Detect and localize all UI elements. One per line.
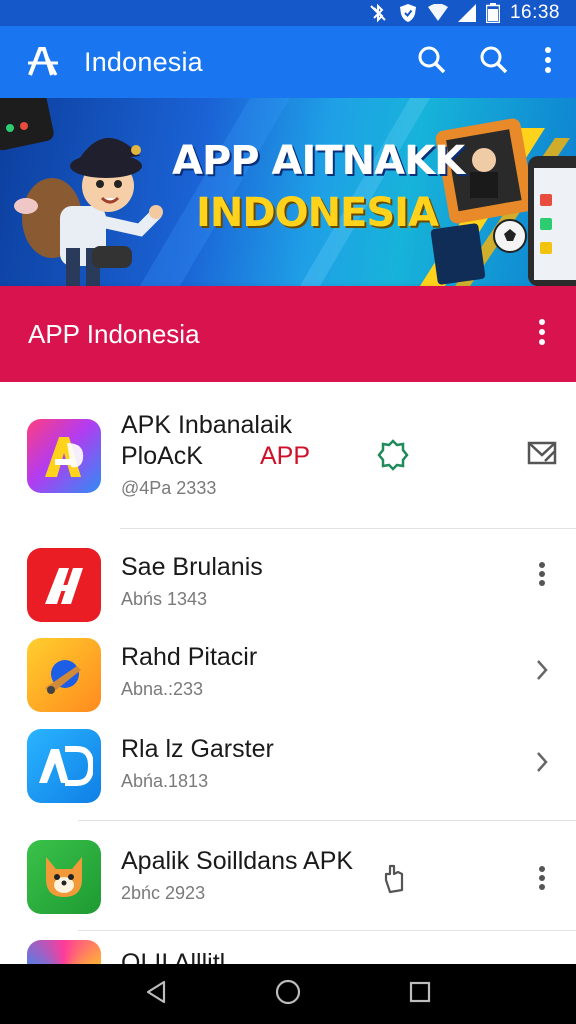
item-title: APK Inbanalaik (121, 411, 292, 439)
divider (78, 820, 576, 821)
recents-button[interactable] (396, 970, 444, 1018)
recents-icon (409, 981, 431, 1008)
item-menu-button[interactable] (522, 856, 562, 904)
app-a-icon (27, 419, 101, 493)
status-bar: 16:38 (0, 0, 576, 26)
section-menu-button[interactable] (522, 306, 562, 362)
shield-icon (398, 3, 418, 23)
chevron-right-icon (535, 659, 549, 686)
app-fox-icon (27, 840, 101, 914)
section-title: APP Indonesia (28, 318, 200, 349)
more-vert-icon (538, 318, 546, 351)
share-button[interactable] (522, 430, 562, 478)
item-subtitle: 2bńc 2923 (121, 883, 206, 903)
back-icon (144, 980, 168, 1009)
system-nav-bar (0, 964, 576, 1024)
app-bar: Indonesia (0, 26, 576, 98)
item-subtitle: @4Pa 2333 (121, 478, 217, 498)
item-title: Sae Brulanis (121, 553, 263, 581)
app-ad-icon (27, 729, 101, 803)
wifi-icon (427, 3, 448, 23)
promo-banner[interactable]: APP AITNAKK INDONESIA (0, 98, 576, 286)
item-title: Apalik Soilldans APK (121, 847, 354, 875)
list-item[interactable]: Rahd Pitacir Abna.:233 (0, 630, 576, 720)
home-button[interactable] (264, 970, 312, 1018)
search-button-secondary[interactable] (466, 34, 522, 90)
bluetooth-muted-icon (368, 3, 388, 23)
list-item[interactable]: Sae Brulanis Abńs 1343 (0, 540, 576, 630)
app-circle-icon (27, 940, 101, 964)
signal-icon (457, 3, 476, 23)
gear-badge-icon[interactable] (373, 435, 413, 475)
item-open-button[interactable] (522, 648, 562, 696)
overflow-menu-button[interactable] (528, 34, 568, 90)
app-n-icon (27, 548, 101, 622)
item-open-button[interactable] (522, 740, 562, 788)
list-item[interactable]: Rla lz Garster Abńa.1813 (0, 720, 576, 820)
divider (120, 528, 576, 529)
item-subtitle: Abńs 1343 (121, 589, 208, 609)
status-time: 16:38 (509, 2, 560, 23)
app-logo-icon[interactable] (16, 35, 70, 89)
banner-title: APP AITNAKK (172, 138, 465, 184)
back-button[interactable] (132, 970, 180, 1018)
list-item[interactable]: Apalik Soilldans APK 2bńc 2923 (0, 830, 576, 930)
item-subtitle: Abna.:233 (121, 679, 204, 699)
item-title: OLII Alllitl (121, 949, 226, 964)
list-item[interactable]: OLII Alllitl (0, 938, 576, 964)
item-subtitle: Abńa.1813 (121, 771, 209, 791)
search-button[interactable] (404, 34, 460, 90)
home-icon (275, 979, 301, 1010)
list-item[interactable]: APK Inbanalaik PloAcK @4Pa 2333 APP (0, 382, 576, 528)
search-icon (479, 45, 509, 80)
item-title: Rahd Pitacir (121, 643, 258, 671)
hand-icon[interactable] (374, 858, 414, 898)
share-icon (527, 439, 557, 470)
search-icon (417, 45, 447, 80)
more-vert-icon (544, 46, 552, 79)
battery-icon (485, 3, 500, 23)
more-vert-icon (538, 948, 546, 965)
section-header: APP Indonesia (0, 286, 576, 382)
item-title: Rla lz Garster (121, 735, 274, 763)
item-menu-button[interactable] (522, 938, 562, 964)
app-title: Indonesia (84, 46, 203, 77)
app-rocket-icon (27, 638, 101, 712)
app-list: APK Inbanalaik PloAcK @4Pa 2333 APP Sae … (0, 382, 576, 964)
banner-subtitle: INDONESIA (196, 190, 439, 236)
more-vert-icon (538, 561, 546, 592)
more-vert-icon (538, 865, 546, 895)
item-menu-button[interactable] (522, 552, 562, 600)
app-tag-label: APP (260, 442, 311, 470)
divider (78, 930, 576, 931)
chevron-right-icon (535, 751, 549, 778)
